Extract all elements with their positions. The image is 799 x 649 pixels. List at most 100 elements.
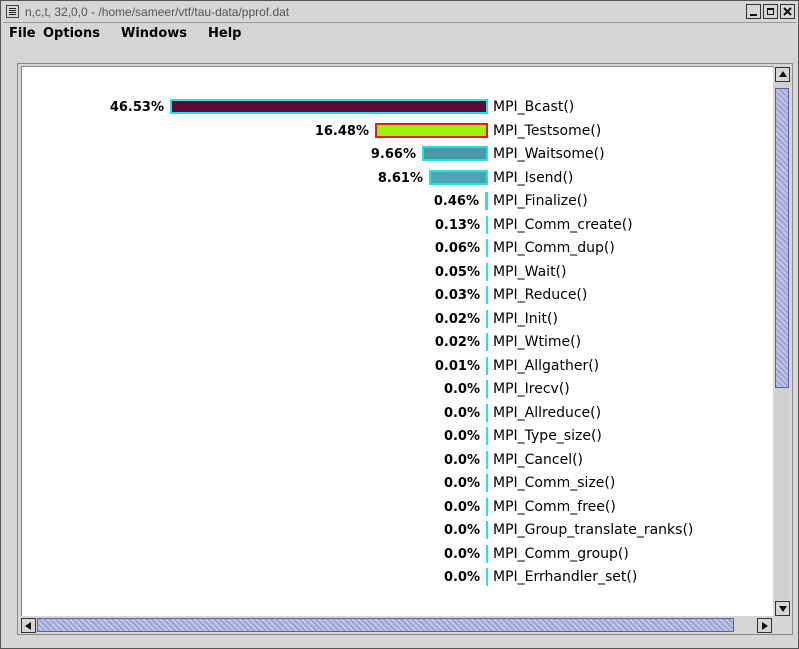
function-name[interactable]: MPI_Testsome() [493,123,601,139]
scroll-up-button[interactable] [775,67,790,82]
function-row[interactable]: 0.02% MPI_Init() [22,309,774,330]
function-name[interactable]: MPI_Isend() [493,170,573,186]
function-row[interactable]: 0.0% MPI_Group_translate_ranks() [22,521,774,541]
vertical-scrollbar[interactable] [773,67,791,617]
function-row[interactable]: 0.03% MPI_Reduce() [22,286,774,306]
function-percent: 46.53% [109,100,164,115]
function-bar[interactable] [486,474,488,492]
function-name[interactable]: MPI_Comm_dup() [493,240,615,256]
title-bar[interactable]: n,c,t, 32,0,0 - /home/sameer/vtf/tau-dat… [3,3,796,23]
application-window: n,c,t, 32,0,0 - /home/sameer/vtf/tau-dat… [0,0,799,649]
function-bar[interactable] [486,450,488,469]
function-name[interactable]: MPI_Finalize() [493,193,588,209]
function-row[interactable]: 0.01% MPI_Allgather() [22,356,774,377]
close-button[interactable] [780,4,795,19]
scroll-down-button[interactable] [775,601,790,616]
menu-help[interactable]: Help [208,26,241,41]
function-name[interactable]: MPI_Errhandler_set() [493,569,637,585]
function-name[interactable]: MPI_Comm_size() [493,475,615,491]
function-percent: 0.0% [443,382,480,397]
function-row[interactable]: 0.0% MPI_Comm_size() [22,474,774,494]
close-icon [783,7,792,16]
function-name[interactable]: MPI_Comm_free() [493,499,616,515]
function-name[interactable]: MPI_Group_translate_ranks() [493,522,693,538]
function-bar[interactable] [486,380,488,398]
window-menu-icon[interactable] [6,5,19,18]
function-row[interactable]: 0.0% MPI_Allreduce() [22,403,774,424]
function-bar[interactable] [375,122,488,138]
function-bar[interactable] [486,544,488,563]
menu-file[interactable]: File [9,26,36,41]
function-bar[interactable] [486,309,488,328]
function-row[interactable]: 0.0% MPI_Comm_free() [22,497,774,518]
function-row[interactable]: 0.02% MPI_Wtime() [22,333,774,353]
function-row[interactable]: 8.61% MPI_Isend() [22,169,774,189]
function-percent: 0.46% [433,194,479,209]
minimize-button[interactable] [746,4,761,19]
function-name[interactable]: MPI_Bcast() [493,99,574,115]
window-title: n,c,t, 32,0,0 - /home/sameer/vtf/tau-dat… [25,5,290,19]
function-row[interactable]: 0.0% MPI_Errhandler_set() [22,568,774,588]
function-percent: 0.05% [434,264,480,280]
function-name[interactable]: MPI_Allgather() [493,358,599,374]
vertical-scroll-thumb[interactable] [775,88,789,388]
function-bar[interactable] [422,146,488,161]
function-name[interactable]: MPI_Waitsome() [493,146,605,162]
function-name[interactable]: MPI_Reduce() [493,287,587,303]
function-bar[interactable] [486,262,488,281]
function-bar[interactable] [486,356,488,375]
maximize-button[interactable] [763,4,778,19]
function-percent: 8.61% [377,170,423,186]
function-bar[interactable] [429,169,488,185]
function-name[interactable]: MPI_Init() [493,311,558,327]
function-percent: 0.02% [434,311,480,327]
function-percent: 9.66% [370,147,416,162]
function-bar[interactable] [485,192,488,210]
horizontal-scrollbar[interactable] [21,616,773,634]
function-row[interactable]: 0.0% MPI_Cancel() [22,450,774,471]
function-percent: 0.0% [443,570,480,585]
function-name[interactable]: MPI_Cancel() [493,452,583,468]
function-name[interactable]: MPI_Wtime() [493,334,581,350]
function-bar[interactable] [486,239,488,257]
function-bar[interactable] [486,427,488,445]
menu-windows[interactable]: Windows [121,26,187,41]
function-row[interactable]: 46.53% MPI_Bcast() [22,98,774,118]
function-percent: 0.0% [443,452,480,468]
function-bar[interactable] [486,215,488,234]
function-name[interactable]: MPI_Irecv() [493,381,570,397]
function-percent: 0.0% [443,429,480,444]
function-bar[interactable] [486,521,488,539]
function-percent: 0.0% [443,523,480,538]
function-row[interactable]: 0.05% MPI_Wait() [22,262,774,283]
function-row[interactable]: 0.06% MPI_Comm_dup() [22,239,774,259]
function-name[interactable]: MPI_Wait() [493,264,566,280]
function-percent: 0.13% [434,217,480,233]
function-bar[interactable] [170,99,488,114]
scroll-right-button[interactable] [757,618,772,633]
function-row[interactable]: 0.0% MPI_Type_size() [22,427,774,447]
function-bar[interactable] [486,403,488,422]
function-row[interactable]: 0.46% MPI_Finalize() [22,192,774,212]
function-name[interactable]: MPI_Comm_group() [493,546,629,562]
function-name[interactable]: MPI_Allreduce() [493,405,601,421]
function-bar[interactable] [486,568,488,586]
function-bar[interactable] [486,497,488,516]
menu-options[interactable]: Options [43,26,100,41]
horizontal-scroll-thumb[interactable] [37,618,734,632]
function-row[interactable]: 0.0% MPI_Irecv() [22,380,774,400]
function-row[interactable]: 0.0% MPI_Comm_group() [22,544,774,565]
profile-bar-chart: 46.53% MPI_Bcast() 16.48% MPI_Testsome() 9.6… [21,66,774,617]
function-percent: 0.06% [434,241,480,256]
function-name[interactable]: MPI_Type_size() [493,428,602,444]
function-row[interactable]: 9.66% MPI_Waitsome() [22,145,774,165]
function-row[interactable]: 16.48% MPI_Testsome() [22,122,774,142]
function-row[interactable]: 0.13% MPI_Comm_create() [22,215,774,236]
function-name[interactable]: MPI_Comm_create() [493,217,633,233]
function-percent: 0.0% [443,499,480,515]
arrow-left-icon [25,622,31,630]
function-bar[interactable] [486,286,488,304]
function-percent: 0.02% [434,335,480,350]
function-bar[interactable] [486,333,488,351]
scroll-left-button[interactable] [21,618,36,633]
